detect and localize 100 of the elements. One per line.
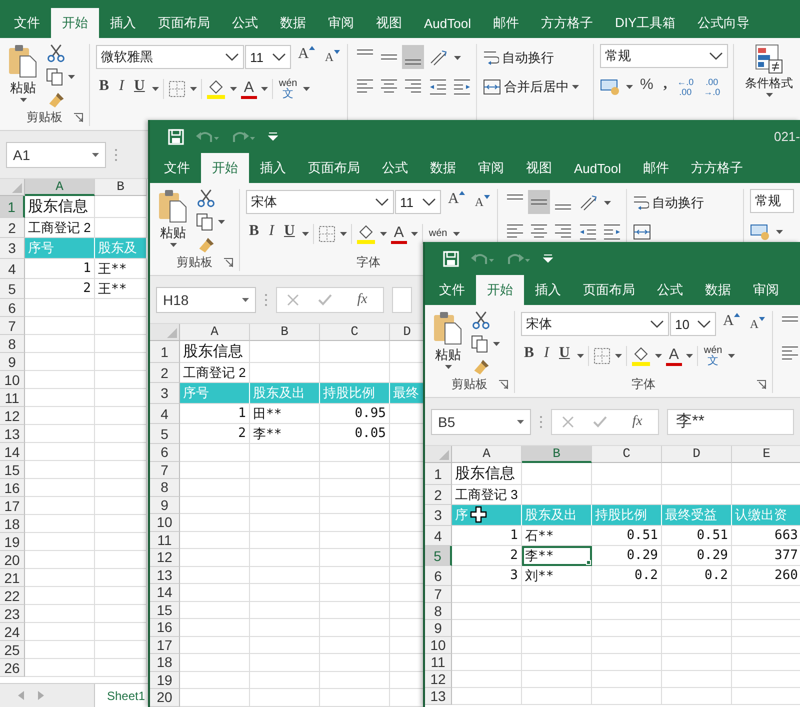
underline-button[interactable]: U [281, 223, 298, 245]
fill-color-icon[interactable] [356, 224, 376, 244]
column-header[interactable]: A [452, 446, 522, 463]
caret-icon[interactable] [572, 85, 579, 89]
percent-button[interactable]: % [637, 76, 656, 98]
font-size-select[interactable]: 11 [395, 190, 441, 214]
row-header[interactable]: 7 [0, 317, 25, 335]
chevron-icon[interactable] [225, 53, 239, 61]
caret-icon[interactable] [242, 298, 249, 302]
column-header[interactable]: B [250, 324, 320, 341]
wrap-text-button[interactable]: 自动换行 [482, 46, 555, 70]
ribbon-tab[interactable]: 数据 [694, 275, 742, 305]
name-box[interactable]: A1 [6, 142, 106, 168]
caret-icon[interactable] [776, 230, 783, 234]
row-header[interactable]: 10 [0, 371, 25, 389]
grow-font-button[interactable]: A [445, 191, 468, 213]
caret-icon[interactable] [576, 354, 584, 358]
row-header[interactable]: 4 [150, 404, 180, 424]
ribbon-tab[interactable]: 方方格子 [680, 153, 754, 183]
ribbon-tab[interactable]: AudTool [563, 153, 632, 183]
row-header[interactable]: 13 [425, 688, 452, 705]
row-header[interactable]: 26 [0, 659, 25, 677]
row-header[interactable]: 11 [150, 532, 180, 549]
row-header[interactable]: 6 [425, 566, 452, 586]
ribbon-tab[interactable]: 邮件 [632, 153, 680, 183]
vertical-align-icon[interactable] [528, 190, 550, 214]
grow-font-button[interactable]: A [720, 313, 743, 335]
row-header[interactable]: 20 [150, 689, 180, 706]
caret-icon[interactable] [728, 354, 736, 358]
caret-icon[interactable] [260, 87, 268, 91]
row-header[interactable]: 5 [150, 424, 180, 444]
row-header[interactable]: 23 [0, 605, 25, 623]
row-header[interactable]: 14 [150, 584, 180, 602]
increase-indent-icon[interactable] [452, 78, 472, 96]
dialog-launcher-icon[interactable] [74, 112, 83, 122]
comma-button[interactable]: , [660, 76, 670, 98]
row-header[interactable]: 17 [150, 636, 180, 654]
ribbon-tab[interactable]: 插入 [99, 8, 147, 38]
column-header[interactable]: C [592, 446, 662, 463]
caret-icon[interactable] [302, 232, 309, 236]
shrink-font-button[interactable]: A [746, 313, 768, 335]
chevron-icon[interactable] [709, 52, 723, 60]
copy-icon[interactable] [46, 68, 64, 86]
decrease-indent-icon[interactable] [428, 78, 448, 96]
phonetic-guide-button[interactable]: wén [426, 229, 450, 239]
caret-icon[interactable] [303, 87, 310, 91]
row-header[interactable]: 12 [425, 671, 452, 688]
caret-icon[interactable] [170, 243, 176, 247]
number-format-select[interactable]: 常规 [600, 44, 728, 68]
scissors-icon[interactable] [46, 44, 66, 64]
caret-icon[interactable] [152, 87, 159, 91]
ribbon-tab[interactable]: AudTool [413, 8, 482, 38]
fill-color-icon[interactable] [630, 346, 651, 366]
row-header[interactable]: 9 [425, 620, 452, 637]
row-header[interactable]: 12 [0, 407, 25, 425]
merge-center-button[interactable]: 合并后居中 [482, 75, 580, 99]
caret-icon[interactable] [517, 420, 524, 424]
increase-indent-icon[interactable] [602, 223, 622, 241]
caret-icon[interactable] [92, 152, 99, 156]
chevron-icon[interactable] [422, 198, 436, 206]
font-color-button[interactable]: A [666, 346, 682, 366]
column-header[interactable]: E [732, 446, 800, 463]
row-header[interactable]: 8 [0, 335, 25, 353]
bold-button[interactable]: B [521, 345, 538, 367]
ribbon-tab[interactable]: 文件 [3, 8, 51, 38]
column-header[interactable]: A [25, 179, 95, 196]
copy-icon[interactable] [196, 212, 214, 231]
row-header[interactable]: 6 [150, 444, 180, 462]
shrink-font-button[interactable]: A [472, 191, 493, 213]
caret-icon[interactable] [686, 354, 693, 358]
row-header[interactable]: 4 [0, 259, 25, 279]
row-header[interactable]: 8 [425, 603, 452, 620]
caret-icon[interactable] [230, 87, 237, 91]
ribbon-tab[interactable]: 审阅 [467, 153, 515, 183]
wrap-text-button[interactable]: 自动换行 [632, 191, 705, 215]
row-header[interactable]: 24 [0, 623, 25, 641]
column-header[interactable]: C [320, 324, 390, 341]
caret-icon[interactable] [454, 56, 461, 60]
column-header[interactable]: A [180, 324, 250, 341]
row-header[interactable]: 17 [0, 497, 25, 515]
ribbon-tab[interactable]: 开始 [51, 8, 99, 38]
ribbon-tab[interactable]: 插入 [249, 153, 297, 183]
row-header[interactable]: 9 [0, 353, 25, 371]
row-header[interactable]: 1 [425, 463, 452, 485]
shrink-font-button[interactable]: A [322, 46, 343, 68]
paste-button[interactable]: 粘贴 [6, 44, 40, 108]
borders-icon[interactable] [592, 347, 611, 365]
caret-icon[interactable] [626, 85, 633, 89]
caret-icon[interactable] [218, 220, 225, 224]
row-header[interactable]: 2 [150, 363, 180, 383]
row-header[interactable]: 18 [0, 515, 25, 533]
scissors-icon[interactable] [196, 189, 216, 208]
dialog-launcher-icon[interactable] [499, 380, 508, 388]
ribbon-tab[interactable]: 页面布局 [572, 275, 646, 305]
name-box[interactable]: B5 [431, 408, 531, 434]
column-header[interactable]: B [95, 179, 147, 196]
fill-handle[interactable] [586, 560, 591, 565]
ribbon-tab[interactable]: 文件 [428, 275, 476, 305]
caret-icon[interactable] [604, 201, 611, 205]
row-header[interactable]: 1 [0, 196, 25, 218]
